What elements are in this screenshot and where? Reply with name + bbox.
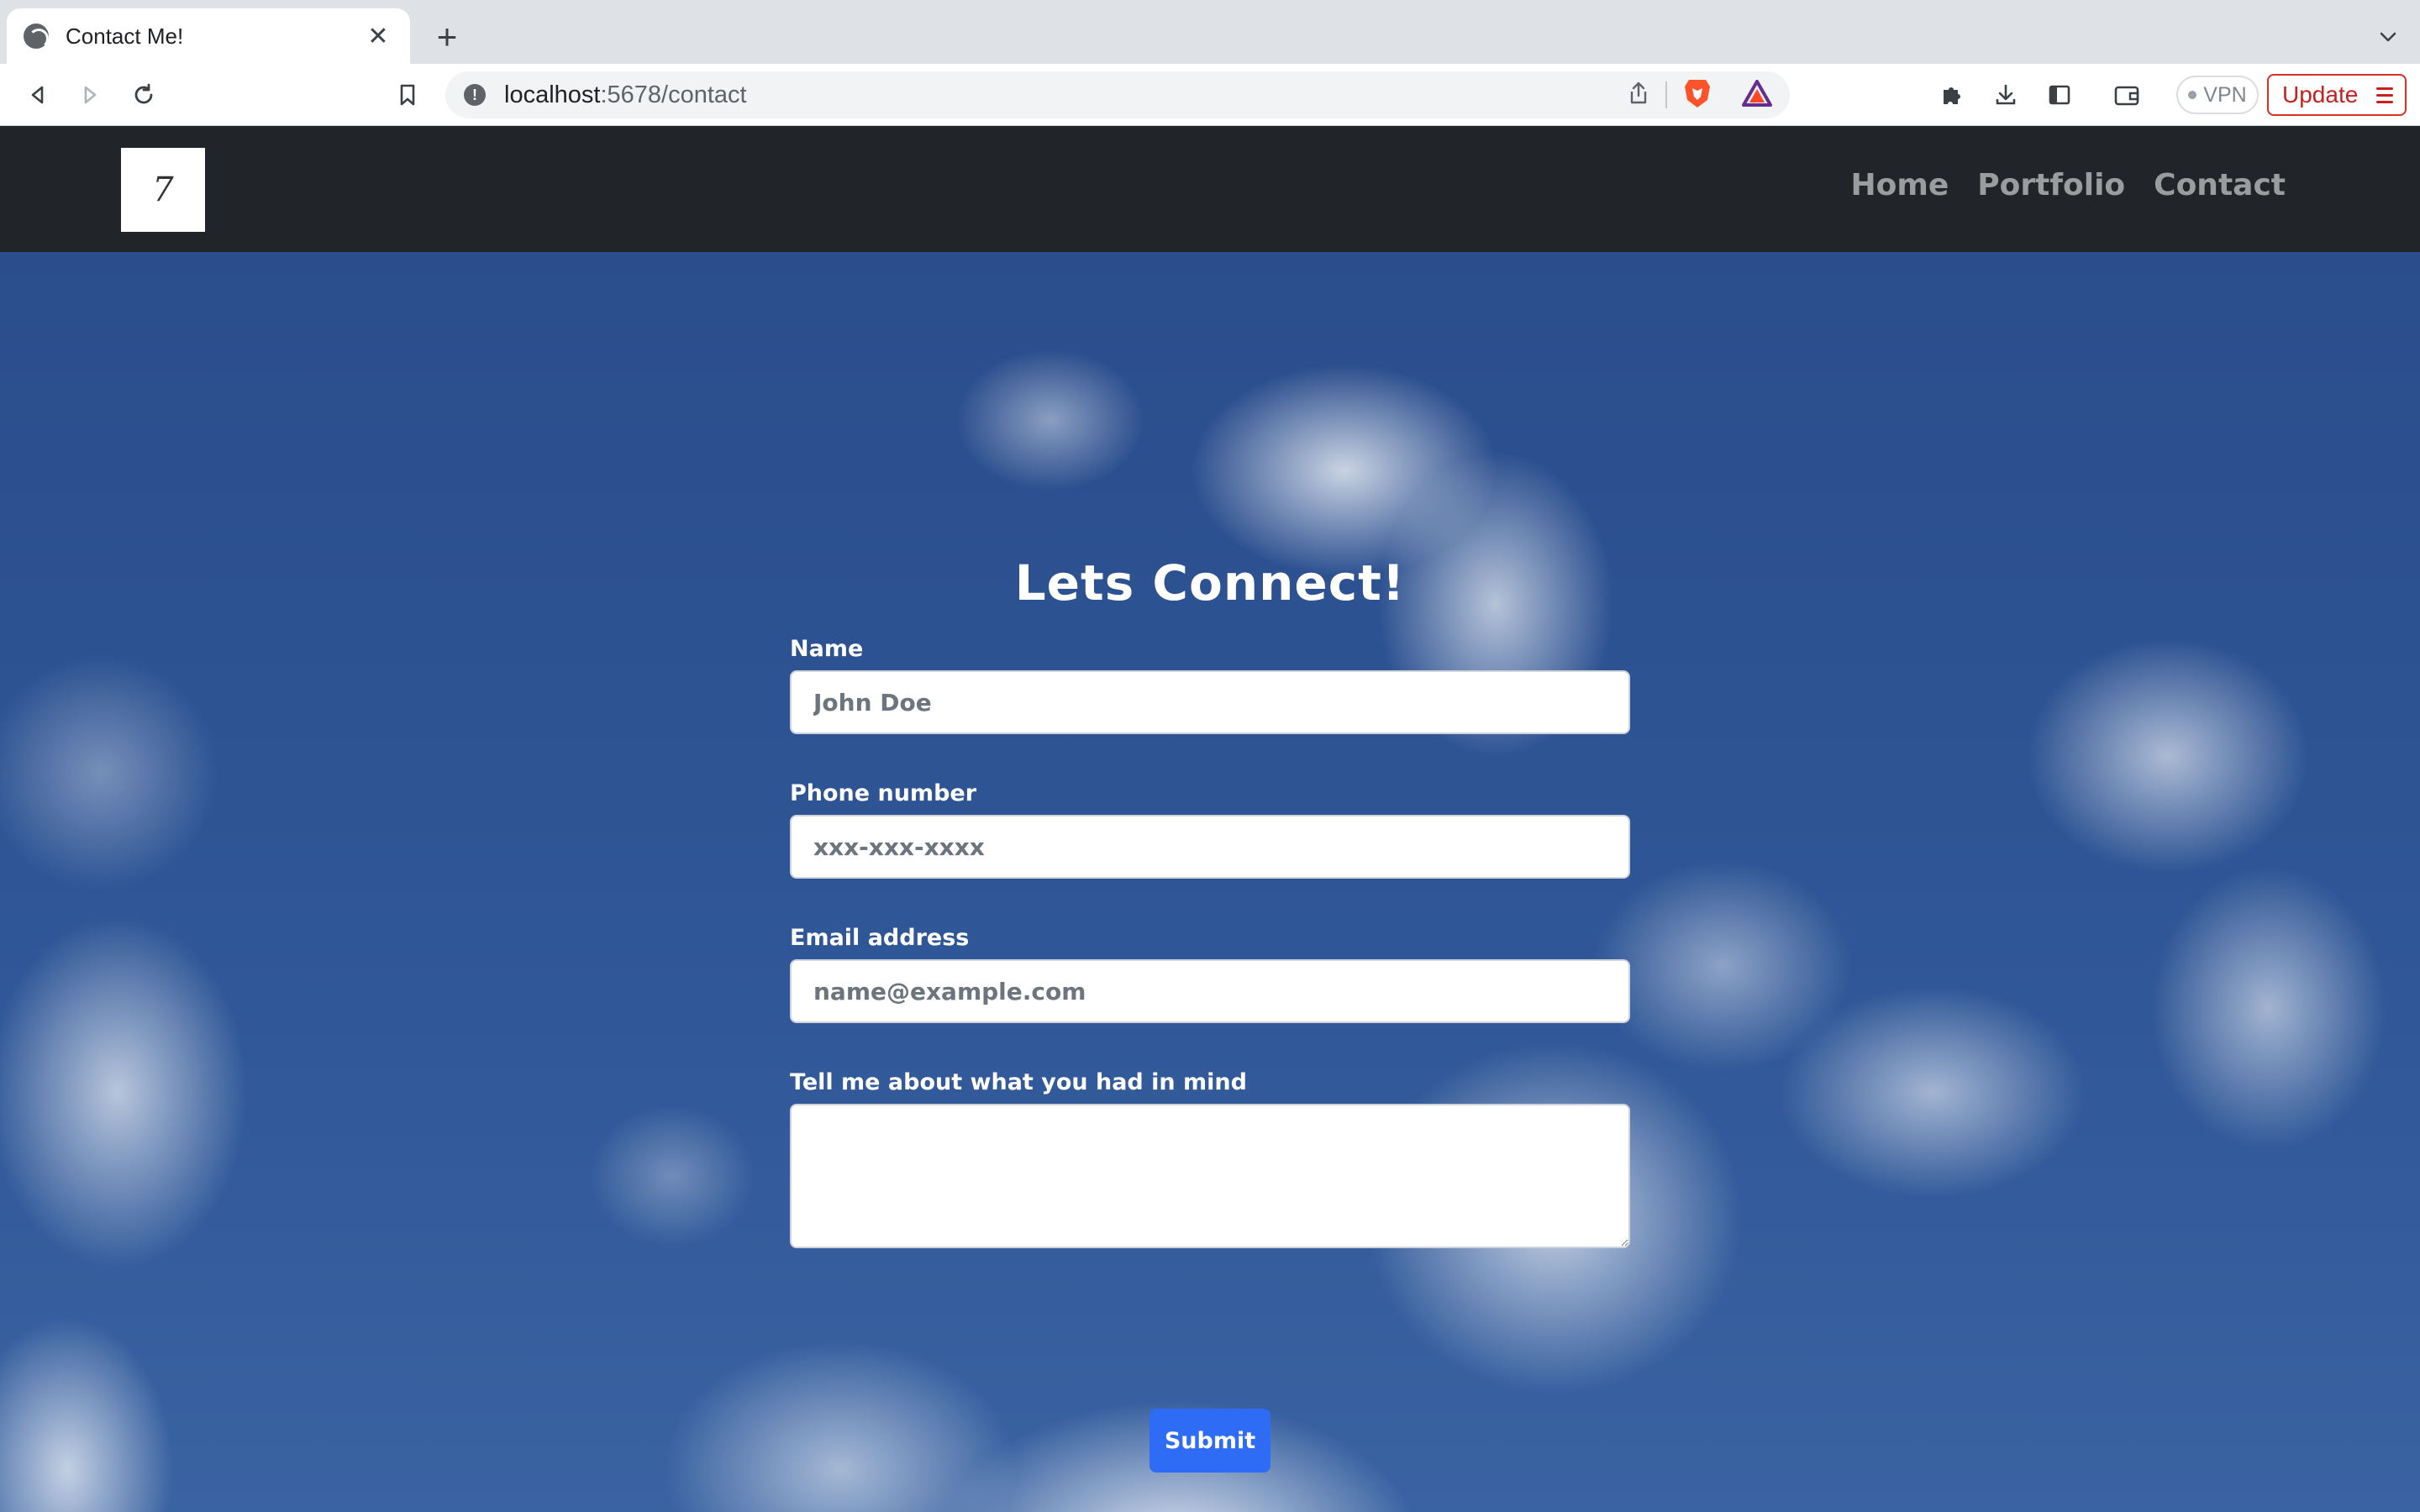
nav-links: Home Portfolio Contact <box>1850 168 2286 202</box>
submit-button[interactable]: Submit <box>1150 1409 1270 1473</box>
url-host: localhost <box>504 81 601 108</box>
email-label: Email address <box>790 925 970 951</box>
message-label: Tell me about what you had in mind <box>790 1069 1247 1095</box>
globe-icon <box>24 24 49 49</box>
site-navbar: 7 Home Portfolio Contact <box>0 126 2420 252</box>
tab-strip: Contact Me! ✕ + <box>0 0 2420 64</box>
browser-toolbar: ! localhost:5678/contact VPN Update <box>0 64 2420 126</box>
menu-icon <box>2376 87 2393 103</box>
tab-close-button[interactable]: ✕ <box>363 21 393 51</box>
message-textarea[interactable] <box>790 1104 1630 1248</box>
tab-search-button[interactable] <box>2370 18 2407 55</box>
vpn-status-dot <box>2188 91 2197 99</box>
brave-rewards-button[interactable] <box>1741 79 1773 112</box>
vpn-label: VPN <box>2203 82 2247 107</box>
update-label: Update <box>2282 81 2359 108</box>
back-icon <box>31 86 44 104</box>
url-text: localhost:5678/contact <box>504 81 747 109</box>
name-label: Name <box>790 636 864 662</box>
bookmark-button[interactable] <box>388 76 427 114</box>
email-input[interactable] <box>790 959 1630 1023</box>
rewards-triangle-icon <box>1742 79 1772 107</box>
browser-tab[interactable]: Contact Me! ✕ <box>7 8 410 64</box>
download-icon <box>1996 84 2016 105</box>
name-input[interactable] <box>790 670 1630 734</box>
nav-link-portfolio[interactable]: Portfolio <box>1977 168 2125 202</box>
phone-input[interactable] <box>790 815 1630 879</box>
share-button[interactable] <box>1627 81 1650 110</box>
share-icon <box>1630 81 1647 103</box>
nav-link-contact[interactable]: Contact <box>2154 168 2286 202</box>
omnibox-divider <box>1665 81 1667 108</box>
back-button[interactable] <box>18 76 57 114</box>
new-tab-button[interactable]: + <box>429 17 466 56</box>
reload-icon <box>134 83 153 104</box>
chevron-down-icon <box>2380 32 2396 42</box>
address-bar[interactable]: ! localhost:5678/contact <box>445 71 1790 118</box>
brave-lion-icon <box>1685 79 1710 108</box>
sidebar-icon <box>2049 85 2070 105</box>
update-button[interactable]: Update <box>2267 74 2407 116</box>
url-path: :5678/contact <box>600 81 747 108</box>
brave-shields-button[interactable] <box>1682 76 1712 114</box>
vpn-button[interactable]: VPN <box>2176 76 2259 114</box>
phone-label: Phone number <box>790 780 977 806</box>
forward-icon <box>84 86 97 104</box>
form-title: Lets Connect! <box>1014 554 1406 612</box>
bookmark-icon <box>400 84 415 106</box>
nav-link-home[interactable]: Home <box>1850 168 1949 202</box>
sky-background-image <box>0 252 2420 1512</box>
omnibox-actions <box>1627 76 1773 113</box>
wallet-button[interactable] <box>2107 76 2146 114</box>
site-info-icon[interactable]: ! <box>464 84 486 106</box>
sidebar-button[interactable] <box>2040 76 2079 114</box>
page-viewport: 7 Home Portfolio Contact Lets Connect! N… <box>0 126 2420 1512</box>
brand-logo[interactable]: 7 <box>121 148 205 232</box>
wallet-icon <box>2114 86 2139 106</box>
extensions-button[interactable] <box>1933 76 1971 114</box>
tab-title: Contact Me! <box>66 23 184 49</box>
downloads-button[interactable] <box>1986 76 2025 114</box>
forward-button[interactable] <box>71 76 109 114</box>
puzzle-icon <box>1944 87 1960 104</box>
reload-button[interactable] <box>124 76 163 114</box>
